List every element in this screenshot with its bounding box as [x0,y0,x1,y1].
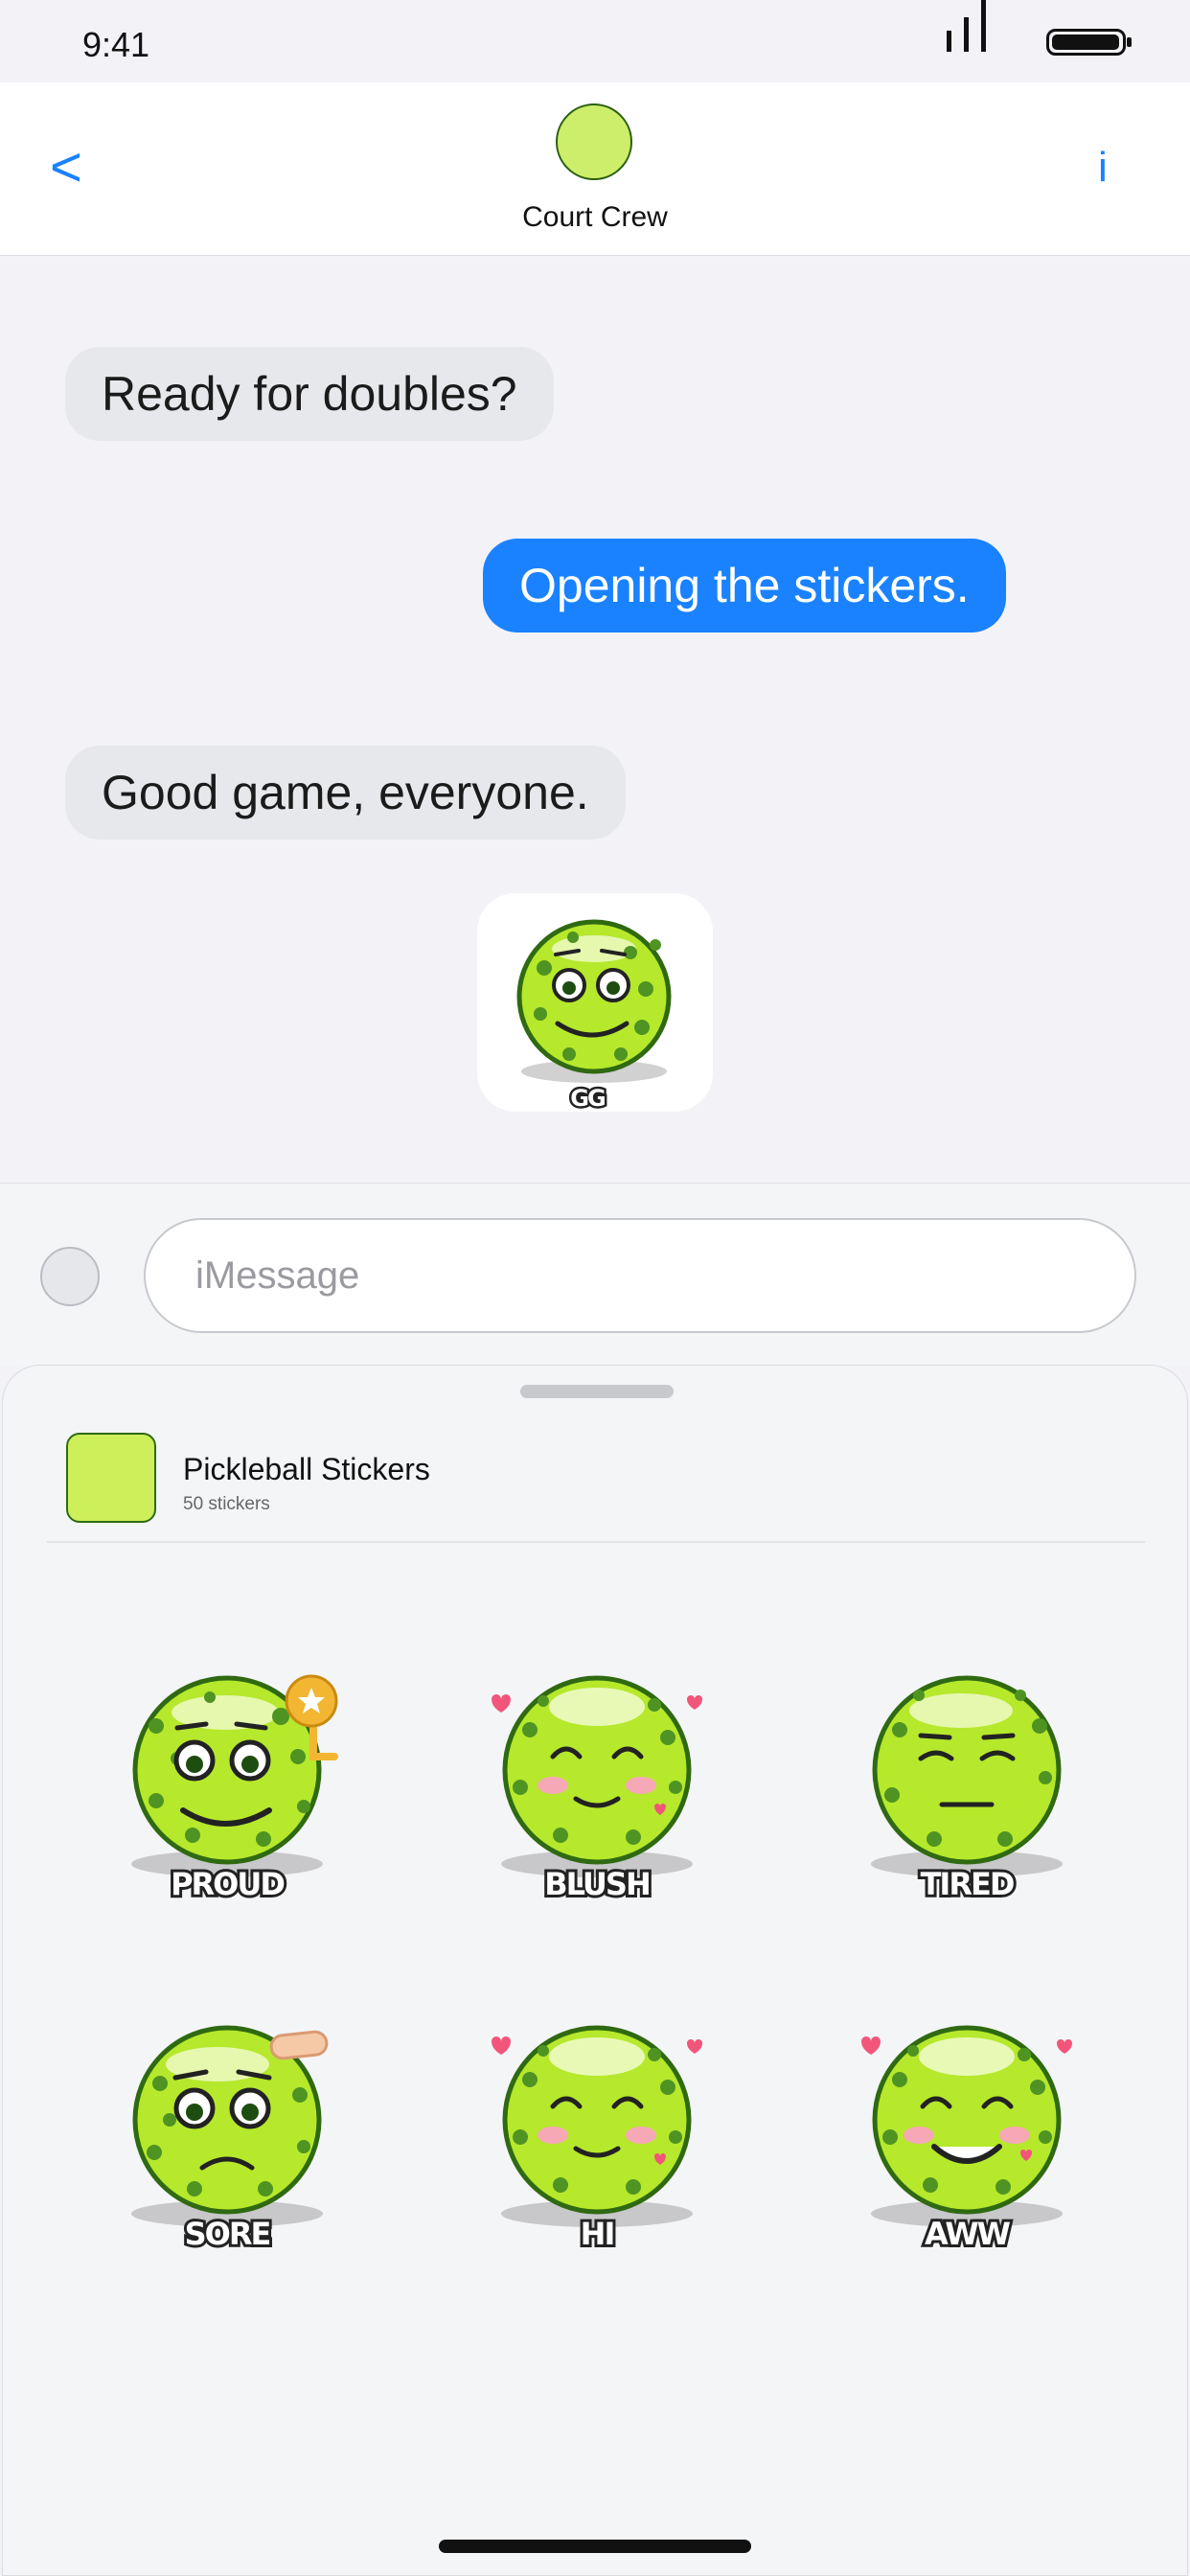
sticker-label: SORE [185,2216,270,2252]
home-indicator[interactable] [439,2540,751,2553]
message-bubble-incoming[interactable]: Good game, everyone. [65,746,626,840]
pickleball-sticker-image: PROUD [131,1674,338,1905]
sticker-label: AWW [925,2216,1011,2252]
sticker-caption: GG [570,1085,605,1112]
message-composer [0,1183,1190,1366]
sticker-label: BLUSH [544,1866,649,1902]
sticker-blush[interactable]: BLUSH [472,1634,721,1921]
pickleball-sticker-image: SORE [131,2025,329,2255]
sticker-aww[interactable]: AWW [842,1984,1091,2271]
status-bar: 9:41 [0,0,1190,82]
info-button[interactable]: i [1098,144,1108,192]
pickleball-sticker-image: BLUSH [492,1675,702,1905]
drawer-grabber[interactable] [520,1385,674,1398]
pickleball-sticker-image: TIRED [871,1675,1063,1905]
contact-avatar[interactable] [556,104,632,180]
message-input[interactable] [144,1218,1136,1333]
sticker-label: TIRED [921,1866,1014,1902]
conversation-header: < Court Crew i [0,82,1190,256]
back-button[interactable]: < [50,140,82,196]
sticker-proud[interactable]: PROUD [103,1634,352,1921]
sticker-tired[interactable]: TIRED [842,1634,1091,1921]
message-bubble-incoming[interactable]: Ready for doubles? [65,347,554,441]
sticker-sore[interactable]: SORE [103,1984,352,2271]
sticker-drawer: Pickleball Stickers 50 stickers PROUD BL… [2,1365,1188,2576]
battery-icon [1046,29,1132,56]
sent-sticker-message[interactable]: GG [477,893,713,1115]
contact-name[interactable]: Court Crew [0,201,1190,234]
pickleball-sticker-image: HI [492,2025,702,2255]
sticker-pack-icon[interactable] [66,1433,156,1523]
sticker-label: PROUD [171,1866,284,1902]
apps-button[interactable] [40,1247,100,1306]
sticker-hi[interactable]: HI [472,1984,721,2271]
status-time: 9:41 [82,25,150,64]
signal-icon [947,0,986,52]
sticker-pack-count: 50 stickers [183,1494,270,1514]
sticker-label: HI [581,2216,614,2252]
pickleball-sticker-image: AWW [861,2025,1072,2255]
divider [47,1541,1145,1543]
message-bubble-outgoing[interactable]: Opening the stickers. [483,539,1006,632]
pickleball-sticker-image: GG [516,919,672,1115]
sticker-pack-title: Pickleball Stickers [183,1452,430,1486]
